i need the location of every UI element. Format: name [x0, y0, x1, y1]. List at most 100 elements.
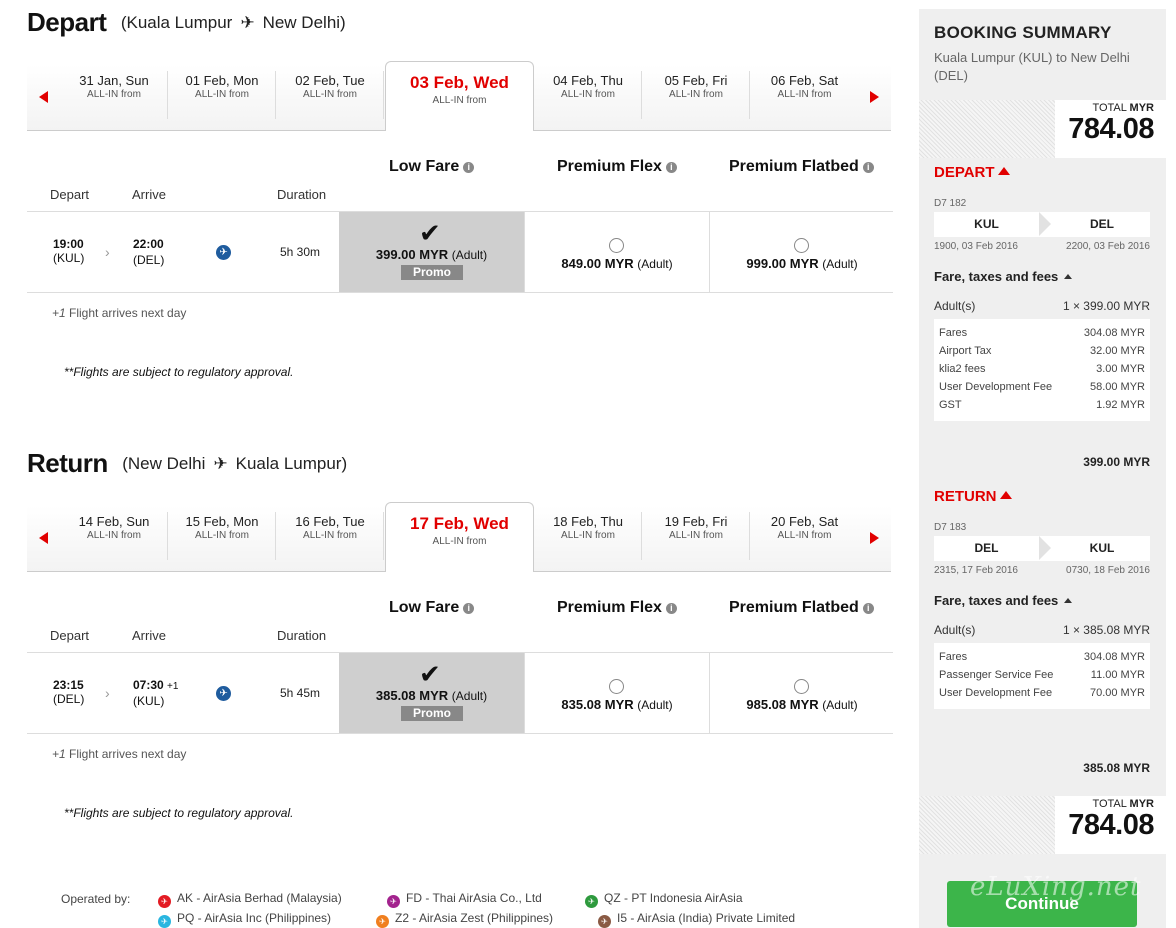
fare-radio[interactable] — [609, 238, 624, 253]
date-tab[interactable]: 19 Feb, Fri ALL-IN from — [643, 512, 750, 560]
breakdown-row: Airport Tax 32.00 MYR — [939, 345, 1145, 357]
leg-route: DEL KUL — [934, 536, 1150, 561]
date-tab[interactable]: 20 Feb, Sat ALL-IN from — [751, 512, 858, 560]
fare-radio[interactable] — [794, 238, 809, 253]
promo-badge: Promo — [401, 706, 463, 721]
breakdown-row: GST 1.92 MYR — [939, 399, 1145, 411]
departure-time: 23:15 (DEL) — [53, 678, 85, 706]
low-fare-header: Low Fare i — [389, 158, 475, 176]
next-dates-arrow-icon[interactable] — [870, 91, 879, 103]
date-tab[interactable]: 14 Feb, Sun ALL-IN from — [61, 512, 168, 560]
premium-flex-header: Premium Flex i — [557, 599, 677, 617]
prev-dates-arrow-icon[interactable] — [39, 91, 48, 103]
premium-flatbed-price: 999.00 MYR (Adult) — [746, 256, 858, 271]
info-icon[interactable]: i — [463, 603, 475, 614]
collapse-arrow-icon — [1064, 274, 1073, 279]
date-tab[interactable]: 06 Feb, Sat ALL-IN from — [751, 71, 858, 119]
next-day-note: +1 Flight arrives next day — [52, 747, 187, 761]
fare-radio[interactable] — [609, 679, 624, 694]
origin-code: DEL — [974, 541, 999, 555]
chevron-right-icon: › — [105, 685, 110, 701]
premium-flex-price: 835.08 MYR (Adult) — [561, 697, 673, 712]
arrive-col-label: Arrive — [132, 187, 166, 202]
fare-type-headers: Low Fare i Premium Flex i Premium Flatbed i — [27, 158, 893, 178]
low-fare-option[interactable]: ✔ 399.00 MYR (Adult) Promo — [339, 212, 524, 292]
fare-type-headers: Low Fare i Premium Flex i Premium Flatbed i — [27, 599, 893, 619]
date-tab[interactable]: 15 Feb, Mon ALL-IN from — [169, 512, 276, 560]
flight-details-icon[interactable]: ✈ — [216, 686, 231, 701]
carrier-logo-icon: ✈ — [387, 895, 400, 908]
depart-col-label: Depart — [50, 628, 90, 643]
breakdown-row: User Development Fee 58.00 MYR — [939, 381, 1145, 393]
adult-price-row: Adult(s) 1 × 399.00 MYR — [934, 299, 1150, 313]
carrier-logo-icon: ✈ — [376, 915, 389, 928]
date-tab[interactable]: 05 Feb, Fri ALL-IN from — [643, 71, 750, 119]
depart-leg-toggle[interactable]: DEPART — [934, 164, 1010, 181]
date-tab[interactable]: 01 Feb, Mon ALL-IN from — [169, 71, 276, 119]
leg-route: KUL DEL — [934, 212, 1150, 237]
premium-flatbed-option[interactable]: 999.00 MYR (Adult) — [709, 212, 894, 292]
summary-route: Kuala Lumpur (KUL) to New Delhi (DEL) — [934, 50, 1130, 83]
return-leg-toggle[interactable]: RETURN — [934, 488, 1012, 505]
fare-radio[interactable] — [794, 679, 809, 694]
next-dates-arrow-icon[interactable] — [870, 532, 879, 544]
premium-flatbed-header: Premium Flatbed i — [729, 599, 874, 617]
date-tab[interactable]: 16 Feb, Tue ALL-IN from — [277, 512, 384, 560]
date-tab-selected[interactable]: 03 Feb, Wed ALL-IN from — [385, 61, 534, 131]
continue-button[interactable]: Continue — [947, 881, 1137, 927]
leg-subtotal: 385.08 MYR — [1083, 761, 1150, 775]
fare-taxes-toggle[interactable]: Fare, taxes and fees — [934, 269, 1073, 284]
date-tab[interactable]: 02 Feb, Tue ALL-IN from — [277, 71, 384, 119]
operated-by: Operated by: ✈ AK - AirAsia Berhad (Malay… — [61, 889, 861, 928]
depart-date-strip: 31 Jan, Sun ALL-IN from 01 Feb, Mon ALL-IN… — [27, 61, 891, 131]
breakdown-row: Passenger Service Fee 11.00 MYR — [939, 669, 1145, 681]
info-icon[interactable]: i — [665, 162, 677, 173]
date-tab[interactable]: 31 Jan, Sun ALL-IN from — [61, 71, 168, 119]
collapse-arrow-icon — [999, 491, 1012, 499]
info-icon[interactable]: i — [862, 603, 874, 614]
origin-datetime: 2315, 17 Feb 2016 — [934, 565, 1018, 576]
carrier-item: ✈ FD - Thai AirAsia Co., Ltd — [387, 891, 542, 908]
flight-row: 23:15 (DEL) › 07:30 +1 (KUL) ✈ 5h 45m ✔ 38… — [27, 652, 893, 734]
date-tab[interactable]: 18 Feb, Thu ALL-IN from — [535, 512, 642, 560]
fare-breakdown: Fares 304.08 MYR Passenger Service Fee 11.… — [934, 643, 1150, 709]
flight-details-icon[interactable]: ✈ — [216, 245, 231, 260]
date-tab-selected[interactable]: 17 Feb, Wed ALL-IN from — [385, 502, 534, 572]
premium-flex-option[interactable]: 835.08 MYR (Adult) — [524, 653, 709, 733]
carrier-logo-icon: ✈ — [158, 915, 171, 928]
depart-route-from: (Kuala Lumpur — [120, 12, 233, 32]
return-route-to: Kuala Lumpur) — [235, 453, 348, 473]
info-icon[interactable]: i — [463, 162, 475, 173]
booking-summary: BOOKING SUMMARY Kuala Lumpur (KUL) to Ne… — [919, 9, 1166, 928]
fare-taxes-toggle[interactable]: Fare, taxes and fees — [934, 593, 1073, 608]
total-price-box: TOTAL MYR 784.08 — [919, 796, 1166, 854]
fare-breakdown: Fares 304.08 MYR Airport Tax 32.00 MYR kli… — [934, 319, 1150, 421]
depart-col-label: Depart — [50, 187, 90, 202]
info-icon[interactable]: i — [862, 162, 874, 173]
carrier-item: ✈ Z2 - AirAsia Zest (Philippines) — [376, 911, 553, 928]
arrival-time: 07:30 +1 (KUL) — [133, 678, 179, 708]
departure-time: 19:00 (KUL) — [53, 237, 85, 265]
total-value: 784.08 — [1068, 809, 1154, 841]
info-icon[interactable]: i — [665, 603, 677, 614]
low-fare-price: 399.00 MYR (Adult) — [375, 247, 488, 262]
low-fare-option[interactable]: ✔ 385.08 MYR (Adult) Promo — [339, 653, 524, 733]
flight-duration: 5h 45m — [280, 686, 321, 700]
carrier-logo-icon: ✈ — [158, 895, 171, 908]
premium-flex-option[interactable]: 849.00 MYR (Adult) — [524, 212, 709, 292]
depart-title: Depart — [27, 7, 107, 37]
breakdown-row: Fares 304.08 MYR — [939, 327, 1145, 339]
regulatory-note: **Flights are subject to regulatory appr… — [64, 365, 294, 379]
arrival-time: 22:00 (DEL) — [133, 237, 165, 267]
flight-duration: 5h 30m — [280, 245, 321, 259]
collapse-arrow-icon — [1064, 598, 1073, 603]
destination-code: KUL — [1089, 541, 1115, 555]
carrier-item: ✈ PQ - AirAsia Inc (Philippines) — [158, 911, 331, 928]
prev-dates-arrow-icon[interactable] — [39, 532, 48, 544]
carrier-item: ✈ QZ - PT Indonesia AirAsia — [585, 891, 743, 908]
date-tab[interactable]: 04 Feb, Thu ALL-IN from — [535, 71, 642, 119]
chevron-right-icon: › — [105, 244, 110, 260]
premium-flatbed-option[interactable]: 985.08 MYR (Adult) — [709, 653, 894, 733]
carrier-item: ✈ I5 - AirAsia (India) Private Limited — [598, 911, 795, 928]
destination-datetime: 2200, 03 Feb 2016 — [1066, 241, 1150, 252]
